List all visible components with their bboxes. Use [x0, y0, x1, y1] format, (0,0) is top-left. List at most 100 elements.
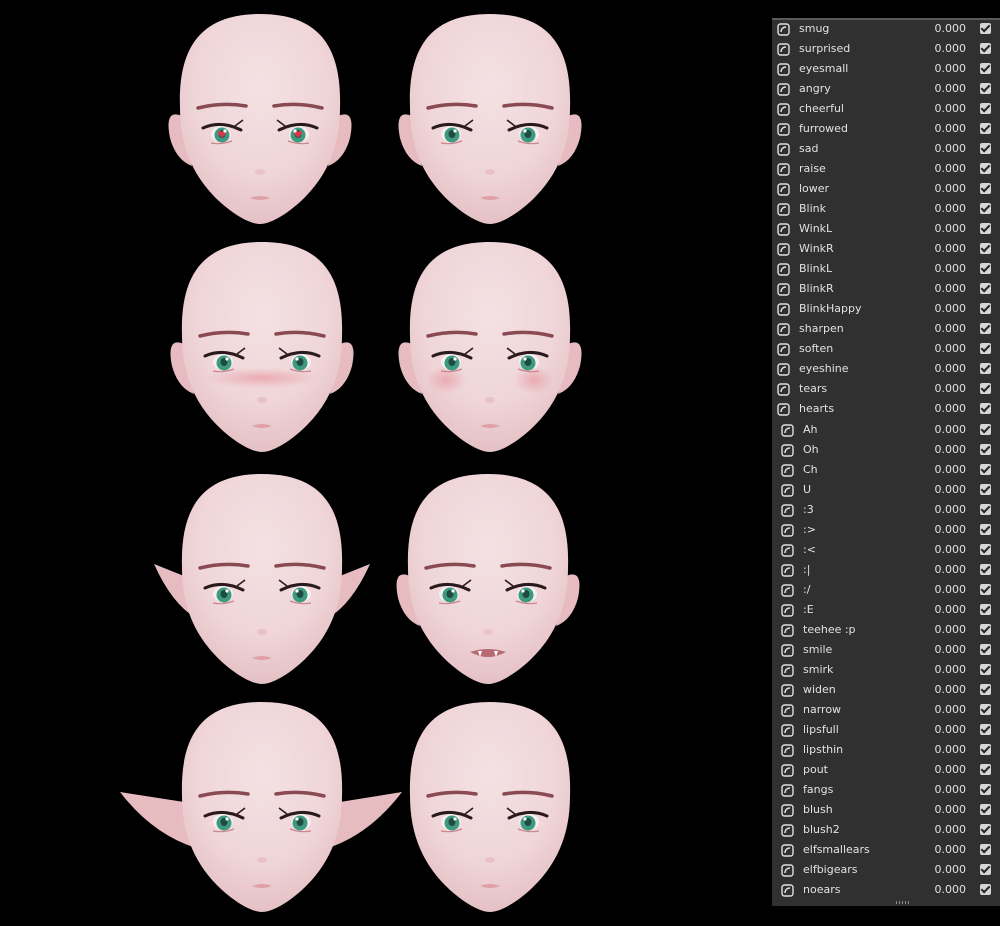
shape-key-name[interactable]: sad — [799, 142, 818, 155]
shape-key-row[interactable]: lipsthin 0.000 — [776, 740, 1000, 760]
shape-key-value[interactable]: 0.000 — [934, 683, 967, 696]
shape-key-value[interactable]: 0.000 — [934, 483, 967, 496]
shape-key-mute-checkbox[interactable] — [980, 764, 991, 775]
shape-key-value[interactable]: 0.000 — [934, 242, 967, 255]
shape-key-name[interactable]: WinkR — [799, 242, 834, 255]
3d-viewport[interactable] — [0, 0, 770, 926]
shape-key-name[interactable]: Oh — [803, 443, 819, 456]
shape-key-row[interactable]: U 0.000 — [776, 480, 1000, 500]
shape-key-mute-checkbox[interactable] — [980, 604, 991, 615]
shape-key-name[interactable]: tears — [799, 382, 827, 395]
shape-key-value[interactable]: 0.000 — [934, 643, 967, 656]
shape-key-mute-checkbox[interactable] — [980, 83, 991, 94]
shape-key-row[interactable]: narrow 0.000 — [776, 700, 1000, 720]
shape-key-mute-checkbox[interactable] — [980, 203, 991, 214]
shape-key-value[interactable]: 0.000 — [934, 142, 967, 155]
shape-key-name[interactable]: narrow — [803, 703, 841, 716]
shape-key-value[interactable]: 0.000 — [934, 62, 967, 75]
shape-key-row[interactable]: angry 0.000 — [772, 79, 1000, 99]
shape-key-mute-checkbox[interactable] — [980, 163, 991, 174]
shape-key-row[interactable]: smile 0.000 — [776, 640, 1000, 660]
shape-key-row[interactable]: :3 0.000 — [776, 500, 1000, 520]
shape-key-row[interactable]: BlinkHappy 0.000 — [772, 299, 1000, 319]
shape-key-value[interactable]: 0.000 — [934, 723, 967, 736]
shape-keys-panel[interactable]: smug 0.000 surprised 0.000 eyesmall 0.000 angr… — [772, 18, 1000, 904]
shape-key-name[interactable]: smug — [799, 22, 829, 35]
shape-key-value[interactable]: 0.000 — [934, 503, 967, 516]
shape-key-name[interactable]: elfbigears — [803, 863, 857, 876]
shape-key-mute-checkbox[interactable] — [980, 504, 991, 515]
shape-key-row[interactable]: eyeshine 0.000 — [772, 359, 1000, 379]
shape-key-mute-checkbox[interactable] — [980, 564, 991, 575]
shape-key-value[interactable]: 0.000 — [934, 463, 967, 476]
shape-key-name[interactable]: :< — [803, 543, 816, 556]
shape-key-mute-checkbox[interactable] — [980, 464, 991, 475]
shape-key-row[interactable]: pout 0.000 — [776, 760, 1000, 780]
shape-key-mute-checkbox[interactable] — [980, 444, 991, 455]
shape-key-value[interactable]: 0.000 — [934, 402, 967, 415]
shape-key-value[interactable]: 0.000 — [934, 362, 967, 375]
shape-key-value[interactable]: 0.000 — [934, 22, 967, 35]
shape-key-mute-checkbox[interactable] — [980, 363, 991, 374]
shape-key-value[interactable]: 0.000 — [934, 162, 967, 175]
shape-key-row[interactable]: cheerful 0.000 — [772, 99, 1000, 119]
shape-key-value[interactable]: 0.000 — [934, 523, 967, 536]
shape-key-value[interactable]: 0.000 — [934, 82, 967, 95]
shape-key-name[interactable]: BlinkHappy — [799, 302, 862, 315]
shape-key-row[interactable]: furrowed 0.000 — [772, 119, 1000, 139]
shape-key-value[interactable]: 0.000 — [934, 102, 967, 115]
shape-key-row[interactable]: sad 0.000 — [772, 139, 1000, 159]
shape-key-mute-checkbox[interactable] — [980, 43, 991, 54]
shape-key-row[interactable]: :| 0.000 — [776, 560, 1000, 580]
shape-key-name[interactable]: Ch — [803, 463, 818, 476]
shape-key-mute-checkbox[interactable] — [980, 424, 991, 435]
shape-key-name[interactable]: fangs — [803, 783, 833, 796]
shape-key-mute-checkbox[interactable] — [980, 584, 991, 595]
shape-key-name[interactable]: hearts — [799, 402, 834, 415]
shape-key-row[interactable]: :/ 0.000 — [776, 580, 1000, 600]
shape-key-mute-checkbox[interactable] — [980, 664, 991, 675]
shape-key-name[interactable]: sharpen — [799, 322, 844, 335]
shape-key-name[interactable]: :E — [803, 603, 814, 616]
shape-key-value[interactable]: 0.000 — [934, 122, 967, 135]
shape-key-name[interactable]: Ah — [803, 423, 818, 436]
shape-key-mute-checkbox[interactable] — [980, 263, 991, 274]
shape-key-value[interactable]: 0.000 — [934, 823, 967, 836]
shape-key-mute-checkbox[interactable] — [980, 63, 991, 74]
shape-key-value[interactable]: 0.000 — [934, 322, 967, 335]
shape-key-name[interactable]: lipsthin — [803, 743, 843, 756]
shape-key-mute-checkbox[interactable] — [980, 343, 991, 354]
shape-key-row[interactable]: Ch 0.000 — [776, 460, 1000, 480]
shape-key-name[interactable]: angry — [799, 82, 831, 95]
shape-key-row[interactable]: soften 0.000 — [772, 339, 1000, 359]
shape-key-row[interactable]: lipsfull 0.000 — [776, 720, 1000, 740]
shape-key-mute-checkbox[interactable] — [980, 804, 991, 815]
shape-key-row[interactable]: BlinkR 0.000 — [772, 279, 1000, 299]
shape-key-mute-checkbox[interactable] — [980, 303, 991, 314]
shape-key-row[interactable]: hearts 0.000 — [772, 399, 1000, 419]
resize-grip[interactable] — [896, 901, 910, 904]
shape-key-name[interactable]: :| — [803, 563, 810, 576]
shape-key-value[interactable]: 0.000 — [934, 663, 967, 676]
shape-key-row[interactable]: widen 0.000 — [776, 680, 1000, 700]
shape-key-mute-checkbox[interactable] — [980, 183, 991, 194]
shape-key-mute-checkbox[interactable] — [980, 844, 991, 855]
shape-key-mute-checkbox[interactable] — [980, 884, 991, 895]
shape-key-value[interactable]: 0.000 — [934, 843, 967, 856]
shape-key-name[interactable]: BlinkL — [799, 262, 832, 275]
shape-key-row[interactable]: blush2 0.000 — [776, 820, 1000, 840]
shape-key-value[interactable]: 0.000 — [934, 182, 967, 195]
shape-key-row[interactable]: surprised 0.000 — [772, 39, 1000, 59]
shape-key-value[interactable]: 0.000 — [934, 302, 967, 315]
shape-key-mute-checkbox[interactable] — [980, 223, 991, 234]
shape-key-row[interactable]: Oh 0.000 — [776, 440, 1000, 460]
shape-key-mute-checkbox[interactable] — [980, 103, 991, 114]
shape-key-value[interactable]: 0.000 — [934, 42, 967, 55]
shape-key-name[interactable]: eyeshine — [799, 362, 849, 375]
shape-key-name[interactable]: blush2 — [803, 823, 840, 836]
shape-key-name[interactable]: eyesmall — [799, 62, 848, 75]
shape-key-value[interactable]: 0.000 — [934, 783, 967, 796]
shape-key-name[interactable]: noears — [803, 883, 840, 896]
shape-key-mute-checkbox[interactable] — [980, 403, 991, 414]
shape-key-name[interactable]: BlinkR — [799, 282, 834, 295]
